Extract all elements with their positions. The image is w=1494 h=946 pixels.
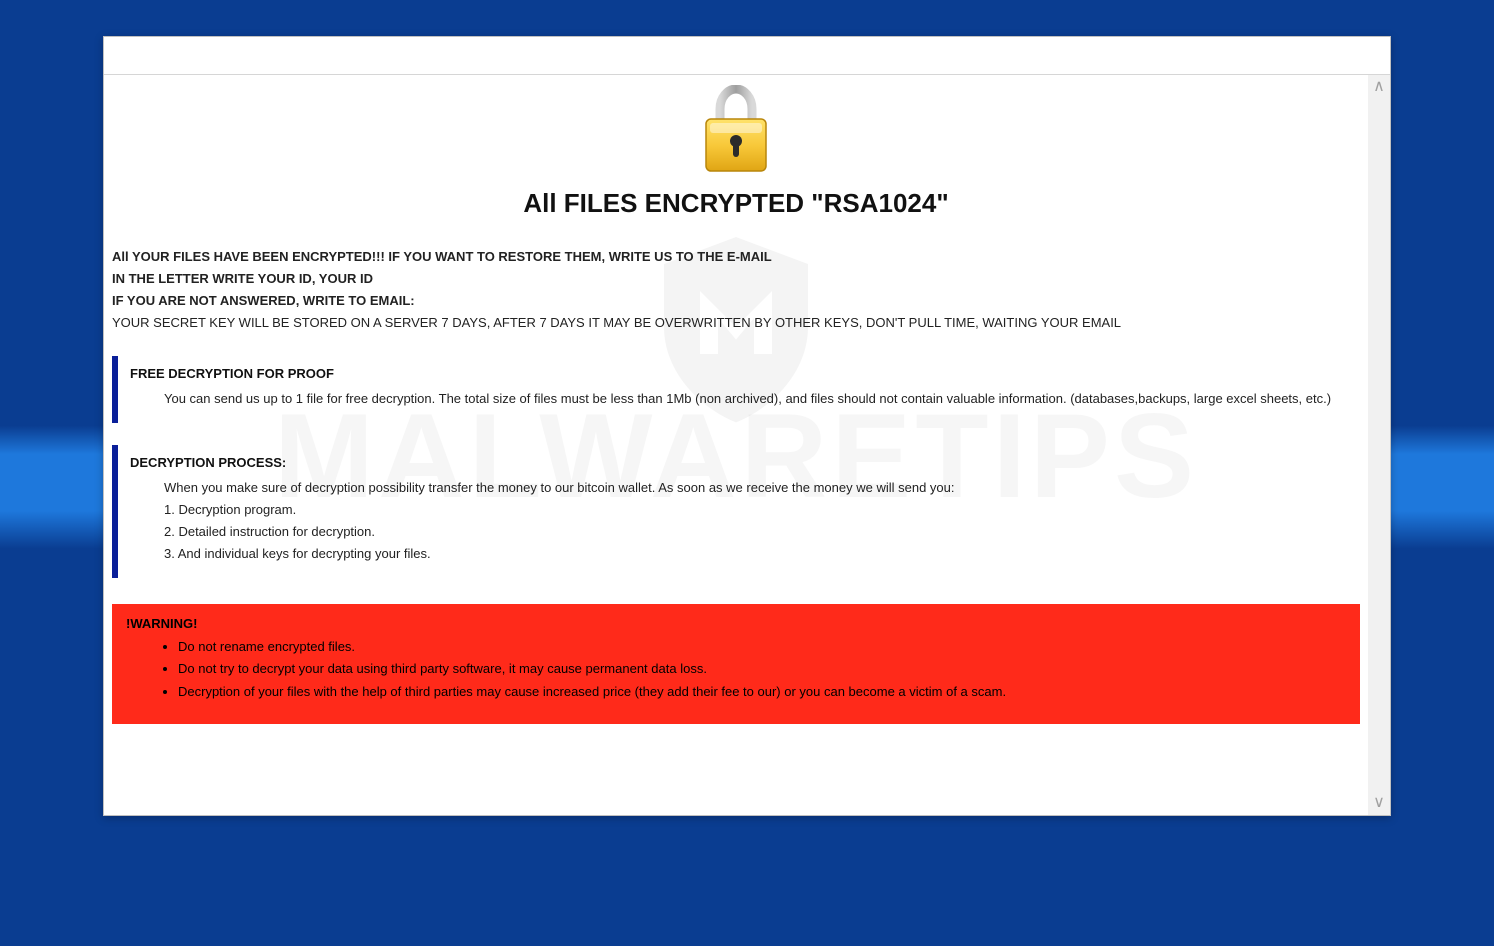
lock-wrap [112, 85, 1360, 180]
content-wrap: MALWARETIPS [104, 75, 1390, 815]
warning-block: !WARNING! Do not rename encrypted files.… [112, 604, 1360, 723]
process-item-1: 1. Decryption program. [164, 500, 1348, 520]
scroll-down-arrow-icon[interactable]: ∨ [1373, 795, 1385, 811]
lock-icon [698, 85, 774, 175]
intro-line-4: YOUR SECRET KEY WILL BE STORED ON A SERV… [112, 313, 1360, 333]
free-decryption-body: You can send us up to 1 file for free de… [130, 389, 1348, 409]
ransom-note-window: MALWARETIPS [103, 36, 1391, 816]
intro-line-3: IF YOU ARE NOT ANSWERED, WRITE TO EMAIL: [112, 291, 1360, 311]
intro-block: All YOUR FILES HAVE BEEN ENCRYPTED!!! IF… [112, 247, 1360, 334]
main-heading: All FILES ENCRYPTED "RSA1024" [112, 188, 1360, 219]
free-decryption-text: You can send us up to 1 file for free de… [164, 389, 1348, 409]
free-decryption-title: FREE DECRYPTION FOR PROOF [130, 366, 1348, 381]
intro-line-2: IN THE LETTER WRITE YOUR ID, YOUR ID [112, 269, 1360, 289]
decryption-process-title: DECRYPTION PROCESS: [130, 455, 1348, 470]
process-lead: When you make sure of decryption possibi… [164, 478, 1348, 498]
warning-item-1: Do not rename encrypted files. [178, 637, 1346, 657]
vertical-scrollbar[interactable]: ∧ ∨ [1368, 75, 1390, 815]
window-titlebar [104, 37, 1390, 75]
warning-title: !WARNING! [126, 616, 1346, 631]
process-item-2: 2. Detailed instruction for decryption. [164, 522, 1348, 542]
ransom-note-content: MALWARETIPS [104, 75, 1368, 815]
intro-line-1: All YOUR FILES HAVE BEEN ENCRYPTED!!! IF… [112, 247, 1360, 267]
warning-item-2: Do not try to decrypt your data using th… [178, 659, 1346, 679]
warning-item-3: Decryption of your files with the help o… [178, 682, 1346, 702]
warning-list: Do not rename encrypted files. Do not tr… [126, 637, 1346, 701]
free-decryption-block: FREE DECRYPTION FOR PROOF You can send u… [112, 356, 1360, 423]
decryption-process-block: DECRYPTION PROCESS: When you make sure o… [112, 445, 1360, 579]
process-item-3: 3. And individual keys for decrypting yo… [164, 544, 1348, 564]
scroll-up-arrow-icon[interactable]: ∧ [1373, 79, 1385, 95]
decryption-process-body: When you make sure of decryption possibi… [130, 478, 1348, 565]
